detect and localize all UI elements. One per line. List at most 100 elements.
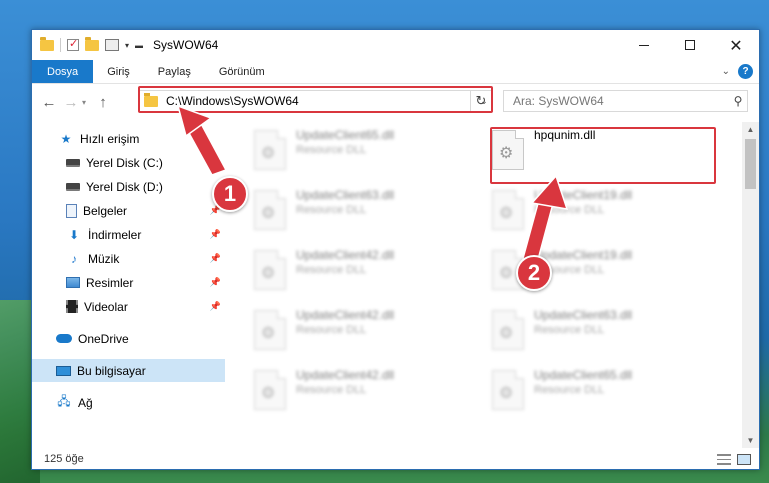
tab-share[interactable]: Paylaş [144, 60, 205, 83]
pictures-icon [66, 277, 80, 288]
documents-icon [66, 203, 77, 218]
file-type: Resource DLL [296, 264, 367, 276]
ribbon-tabs: Dosya Giriş Paylaş Görünüm ⌄ ? [32, 60, 759, 84]
quick-access-toolbar: ▾ ▬ [40, 36, 143, 52]
details-view-icon[interactable] [717, 453, 731, 465]
list-item[interactable]: UpdateClient65.dll Resource DLL [468, 364, 698, 419]
sidebar-item-network[interactable]: 🖧 Ağ [32, 391, 225, 414]
list-item[interactable]: UpdateClient63.dll Resource DLL [230, 184, 460, 239]
list-item[interactable]: UpdateClient19.dll Resource DLL [468, 184, 698, 239]
separator [60, 38, 61, 52]
new-folder-icon[interactable] [85, 36, 99, 51]
properties-check-icon[interactable] [67, 37, 79, 51]
view-switcher [717, 453, 751, 465]
minimize-button[interactable] [621, 30, 667, 60]
disk-icon [66, 158, 80, 167]
search-placeholder[interactable]: Ara: SysWOW64 [513, 94, 729, 108]
file-highlight [490, 127, 716, 184]
sidebar-item-disk-d[interactable]: Yerel Disk (D:) [32, 175, 225, 198]
sidebar-item-disk-c[interactable]: Yerel Disk (C:) [32, 151, 225, 174]
sidebar-item-pictures[interactable]: Resimler 📌 [32, 271, 225, 294]
tab-home[interactable]: Giriş [93, 60, 144, 83]
file-name: UpdateClient63.dll [534, 308, 633, 322]
list-item[interactable]: UpdateClient42.dll Resource DLL [230, 304, 460, 359]
close-icon: ✕ [729, 35, 743, 55]
sidebar-item-videos[interactable]: Videolar 📌 [32, 295, 225, 318]
file-type: Resource DLL [296, 324, 367, 336]
sidebar-item-music[interactable]: ♪ Müzik 📌 [32, 247, 225, 270]
dll-file-icon [492, 310, 524, 350]
file-type: Resource DLL [296, 144, 367, 156]
network-icon: 🖧 [57, 394, 71, 408]
dll-file-icon [492, 370, 524, 410]
explorer-window: ▾ ▬ SysWOW64 ✕ Dosya Giriş Paylaş Görünü… [31, 29, 760, 470]
file-type: Resource DLL [534, 204, 605, 216]
file-name: UpdateClient19.dll [534, 188, 633, 202]
recent-locations-chevron-icon[interactable]: ▾ [82, 98, 92, 107]
pin-icon[interactable]: 📌 [210, 277, 221, 288]
title-bar: ▾ ▬ SysWOW64 ✕ [32, 30, 759, 60]
scroll-up-icon[interactable]: ▲ [742, 122, 759, 137]
maximize-button[interactable] [667, 30, 713, 60]
help-icon[interactable]: ? [738, 64, 753, 79]
tiles-view-icon[interactable] [737, 453, 751, 465]
sidebar-item-this-pc[interactable]: Bu bilgisayar [32, 359, 225, 382]
status-bar: 125 öğe [32, 448, 759, 470]
tab-file[interactable]: Dosya [32, 60, 94, 83]
sidebar-item-label: Müzik [88, 251, 120, 266]
scrollbar-thumb[interactable] [745, 139, 756, 189]
sidebar-item-label: Resimler [86, 275, 134, 290]
tab-view[interactable]: Görünüm [205, 60, 279, 83]
scroll-down-icon[interactable]: ▼ [742, 433, 759, 448]
properties-icon[interactable] [105, 39, 119, 51]
sidebar-item-label: Yerel Disk (D:) [86, 179, 163, 194]
up-arrow-icon[interactable]: ↑ [92, 94, 114, 111]
sidebar-item-onedrive[interactable]: OneDrive [32, 327, 225, 350]
sidebar-item-label: Ağ [78, 395, 93, 410]
pin-icon[interactable]: 📌 [210, 253, 221, 264]
file-type: Resource DLL [534, 324, 605, 336]
dll-file-icon [254, 310, 286, 350]
list-item[interactable]: UpdateClient19.dllResource DLL [468, 244, 698, 299]
sidebar-item-quick-access[interactable]: ★ Hızlı erişim [32, 127, 225, 150]
search-icon[interactable]: ⚲ [729, 94, 747, 108]
maximize-icon [685, 40, 695, 50]
sidebar-item-label: Videolar [84, 299, 128, 314]
pin-icon[interactable]: 📌 [210, 229, 221, 240]
star-icon: ★ [60, 131, 72, 146]
window-title: SysWOW64 [153, 38, 219, 52]
sidebar-item-label: İndirmeler [88, 227, 142, 242]
forward-arrow-icon[interactable]: → [60, 94, 82, 111]
onedrive-icon [56, 334, 72, 343]
music-icon: ♪ [71, 251, 77, 266]
back-arrow-icon[interactable]: ← [38, 94, 60, 111]
file-name: UpdateClient19.dll [534, 248, 633, 262]
sidebar-item-documents[interactable]: Belgeler 📌 [32, 199, 225, 222]
computer-icon [56, 365, 71, 376]
folder-icon [40, 36, 54, 51]
list-item[interactable]: UpdateClient42.dll Resource DLL [230, 364, 460, 419]
videos-icon [66, 300, 78, 313]
item-count: 125 öğe [44, 453, 84, 465]
minimize-icon [639, 44, 649, 46]
sidebar-item-downloads[interactable]: ⬇ İndirmeler 📌 [32, 223, 225, 246]
sidebar-item-label: Hızlı erişim [80, 131, 140, 146]
list-item[interactable]: UpdateClient42.dll Resource DLL [230, 244, 460, 299]
customize-toolbar-icon[interactable]: ▬ [135, 41, 143, 50]
address-bar-highlight [138, 86, 493, 113]
list-item[interactable]: UpdateClient63.dll Resource DLL [468, 304, 698, 359]
file-name: UpdateClient63.dll [296, 188, 395, 202]
file-name: UpdateClient65.dll [296, 128, 395, 142]
dll-file-icon [254, 190, 286, 230]
sidebar-item-label: Yerel Disk (C:) [86, 155, 163, 170]
vertical-scrollbar[interactable]: ▲ ▼ [742, 122, 759, 448]
file-name: UpdateClient65.dll [534, 368, 633, 382]
search-input[interactable]: Ara: SysWOW64 ⚲ [503, 90, 748, 112]
ribbon-right: ⌄ ? [722, 64, 753, 79]
sidebar-item-label: Bu bilgisayar [77, 363, 146, 378]
close-button[interactable]: ✕ [713, 30, 759, 60]
chevron-down-icon[interactable]: ⌄ [722, 66, 730, 77]
list-item[interactable]: UpdateClient65.dll Resource DLL [230, 124, 460, 179]
pin-icon[interactable]: 📌 [210, 301, 221, 312]
chevron-down-icon[interactable]: ▾ [125, 41, 129, 50]
